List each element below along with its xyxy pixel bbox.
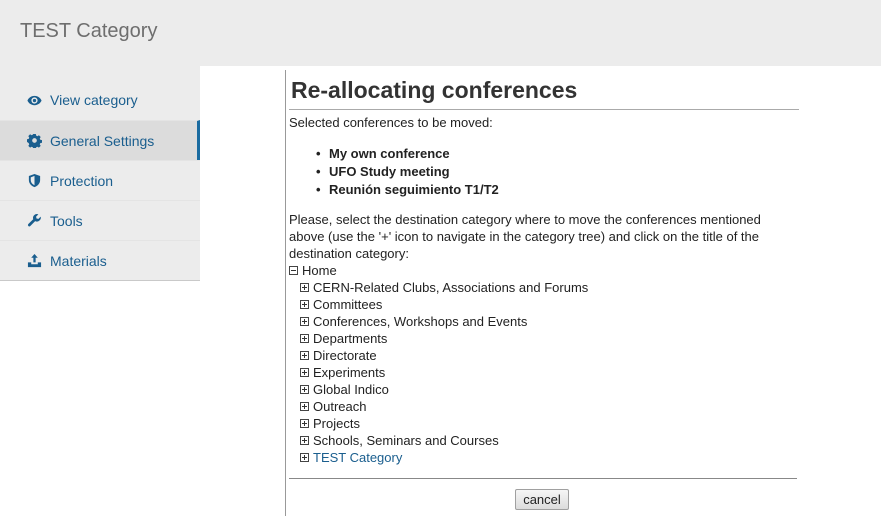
expand-icon[interactable] bbox=[300, 334, 309, 343]
tree-node: CERN-Related Clubs, Associations and For… bbox=[289, 279, 588, 296]
sidebar-item-label: Protection bbox=[50, 172, 114, 189]
sidebar-item-protection[interactable]: Protection bbox=[0, 160, 200, 200]
tree-node-home: Home bbox=[289, 262, 588, 279]
tree-label[interactable]: Experiments bbox=[313, 364, 385, 381]
expand-icon[interactable] bbox=[300, 351, 309, 360]
tree-node: Directorate bbox=[289, 347, 588, 364]
eye-icon bbox=[26, 92, 42, 108]
tree-node: Projects bbox=[289, 415, 588, 432]
tree-node: Schools, Seminars and Courses bbox=[289, 432, 588, 449]
tree-label[interactable]: CERN-Related Clubs, Associations and For… bbox=[313, 279, 588, 296]
sidebar-item-label: Materials bbox=[50, 252, 107, 269]
tree-node: Outreach bbox=[289, 398, 588, 415]
expand-icon[interactable] bbox=[300, 419, 309, 428]
tree-node: TEST Category bbox=[289, 449, 588, 466]
tree-label[interactable]: Home bbox=[302, 262, 337, 279]
collapse-icon[interactable] bbox=[289, 266, 298, 275]
expand-icon[interactable] bbox=[300, 385, 309, 394]
header: TEST Category bbox=[0, 0, 881, 66]
tree-label[interactable]: Projects bbox=[313, 415, 360, 432]
tree-label[interactable]: Directorate bbox=[313, 347, 377, 364]
sidebar-item-materials[interactable]: Materials bbox=[0, 240, 200, 280]
intro-text: Selected conferences to be moved: bbox=[289, 115, 493, 130]
cancel-button[interactable]: cancel bbox=[515, 489, 569, 510]
shield-icon bbox=[26, 173, 42, 189]
sidebar: View category General Settings Protectio… bbox=[0, 66, 200, 281]
category-tree: Home CERN-Related Clubs, Associations an… bbox=[289, 262, 588, 466]
tree-node: Conferences, Workshops and Events bbox=[289, 313, 588, 330]
tree-label[interactable]: Committees bbox=[313, 296, 382, 313]
upload-icon bbox=[26, 253, 42, 269]
expand-icon[interactable] bbox=[300, 283, 309, 292]
list-item: Reunión seguimiento T1/T2 bbox=[316, 181, 499, 199]
expand-icon[interactable] bbox=[300, 317, 309, 326]
title-divider bbox=[289, 109, 799, 110]
instructions-text: Please, select the destination category … bbox=[289, 212, 761, 261]
bottom-divider bbox=[289, 478, 797, 479]
expand-icon[interactable] bbox=[300, 368, 309, 377]
tree-node: Experiments bbox=[289, 364, 588, 381]
tree-node: Committees bbox=[289, 296, 588, 313]
sidebar-menu: View category General Settings Protectio… bbox=[0, 80, 200, 281]
sidebar-item-view-category[interactable]: View category bbox=[0, 80, 200, 120]
expand-icon[interactable] bbox=[300, 436, 309, 445]
conference-list: My own conference UFO Study meeting Reun… bbox=[316, 145, 499, 199]
category-title: TEST Category bbox=[20, 20, 158, 42]
tree-node: Global Indico bbox=[289, 381, 588, 398]
tree-label[interactable]: Global Indico bbox=[313, 381, 389, 398]
sidebar-item-label: General Settings bbox=[50, 132, 155, 149]
expand-icon[interactable] bbox=[300, 402, 309, 411]
sidebar-item-general-settings[interactable]: General Settings bbox=[0, 120, 200, 160]
list-item: My own conference bbox=[316, 145, 499, 163]
tree-node: Departments bbox=[289, 330, 588, 347]
tree-label[interactable]: Departments bbox=[313, 330, 387, 347]
expand-icon[interactable] bbox=[300, 300, 309, 309]
sidebar-item-label: View category bbox=[50, 92, 138, 108]
page-title: Re-allocating conferences bbox=[291, 77, 578, 103]
sidebar-item-label: Tools bbox=[50, 212, 83, 229]
tree-label[interactable]: Conferences, Workshops and Events bbox=[313, 313, 527, 330]
wrench-icon bbox=[26, 213, 42, 229]
gear-icon bbox=[26, 133, 42, 149]
list-item: UFO Study meeting bbox=[316, 163, 499, 181]
expand-icon[interactable] bbox=[300, 453, 309, 462]
tree-label[interactable]: Outreach bbox=[313, 398, 366, 415]
tree-label-current[interactable]: TEST Category bbox=[313, 449, 402, 466]
sidebar-item-tools[interactable]: Tools bbox=[0, 200, 200, 240]
tree-label[interactable]: Schools, Seminars and Courses bbox=[313, 432, 499, 449]
main-panel: Re-allocating conferences Selected confe… bbox=[285, 70, 799, 516]
